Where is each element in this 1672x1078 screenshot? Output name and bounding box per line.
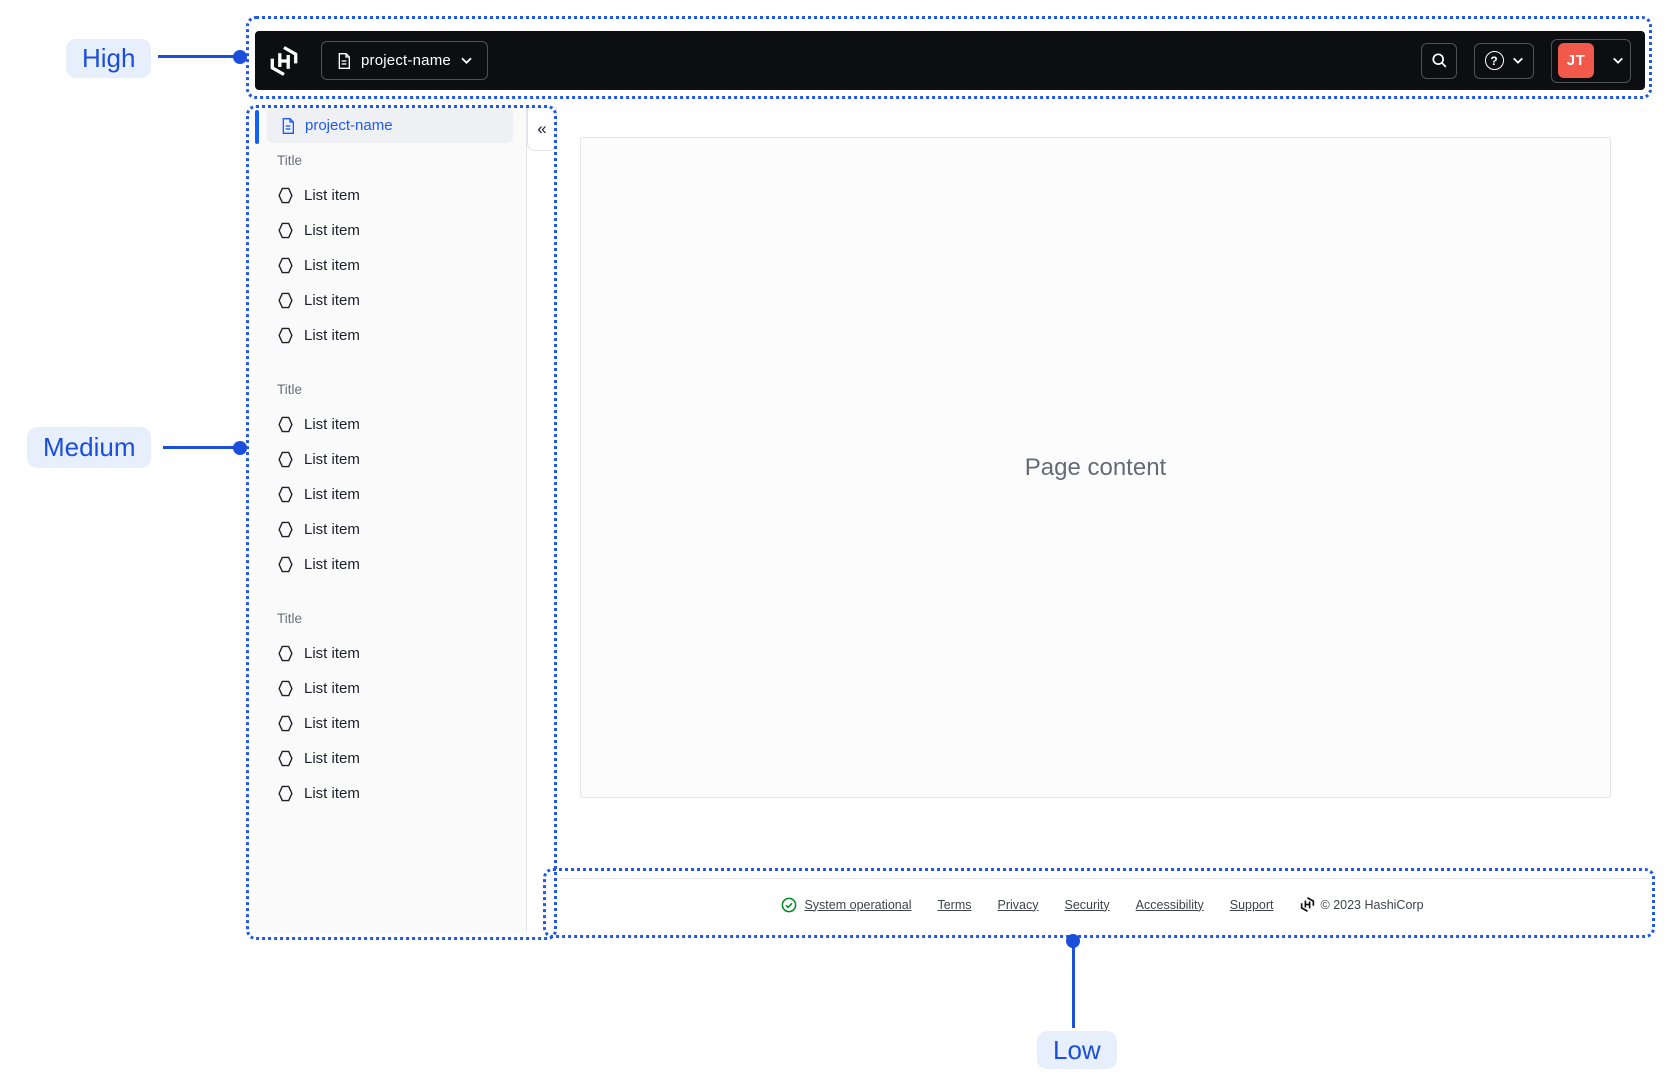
annotation-dot-low — [1066, 934, 1080, 948]
annotation-dot-medium — [233, 441, 247, 455]
annotation-box-high — [246, 16, 1652, 99]
annotation-box-medium — [246, 105, 557, 940]
annotation-box-low — [543, 868, 1655, 938]
annotation-dot-high — [233, 50, 247, 64]
annotation-connector-medium — [163, 446, 235, 449]
annotation-label-medium: Medium — [27, 427, 152, 468]
page-content-placeholder: Page content — [1024, 453, 1167, 481]
annotation-label-high: High — [66, 39, 152, 78]
annotation-connector-high — [158, 55, 235, 58]
page-content-area: Page content — [580, 137, 1611, 798]
annotation-label-low: Low — [1037, 1031, 1117, 1069]
annotation-connector-low — [1072, 945, 1075, 1028]
page: project-name ? JT project-name Title Lis… — [0, 0, 1672, 1078]
